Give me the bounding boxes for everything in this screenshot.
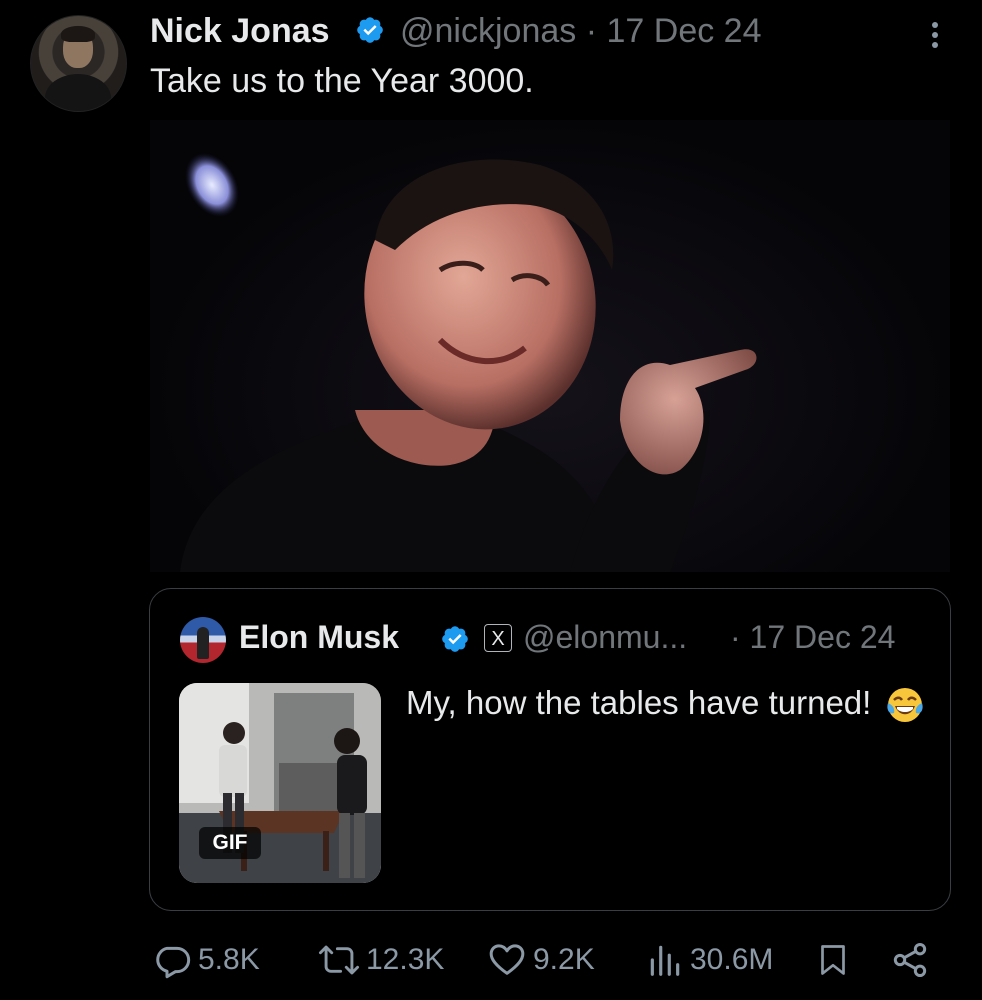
repost-icon	[318, 945, 360, 975]
quoted-avatar-figure	[197, 627, 209, 659]
more-icon[interactable]	[920, 18, 950, 52]
bookmark-button[interactable]	[815, 938, 851, 982]
verified-badge-icon	[442, 626, 468, 652]
like-icon	[489, 944, 525, 975]
author-avatar[interactable]	[30, 15, 127, 112]
views-button[interactable]: 30.6M	[646, 938, 773, 982]
bookmark-icon	[821, 945, 845, 975]
post-image[interactable]	[150, 120, 950, 572]
views-count: 30.6M	[690, 943, 774, 976]
share-button[interactable]	[890, 938, 930, 982]
quoted-post-text: My, how the tables have turned!	[406, 679, 926, 727]
author-handle-and-date[interactable]: @nickjonas · 17 Dec 24	[400, 12, 762, 51]
quoted-author-handle[interactable]: @elonmu...	[523, 619, 687, 656]
post-date[interactable]: 17 Dec 24	[607, 12, 762, 50]
reply-icon	[156, 946, 191, 979]
author-handle[interactable]: @nickjonas	[400, 12, 576, 50]
x-affiliate-badge: X	[484, 624, 512, 652]
repost-button[interactable]: 12.3K	[318, 938, 444, 982]
quoted-post[interactable]: Elon Musk X @elonmu... · 17 Dec 24 GIF M…	[149, 588, 951, 911]
repost-count: 12.3K	[366, 943, 445, 976]
gif-badge: GIF	[199, 827, 261, 859]
views-icon	[650, 945, 680, 976]
avatar-figure	[45, 74, 111, 111]
reply-count: 5.8K	[198, 943, 260, 976]
tears-of-joy-emoji-icon	[886, 688, 923, 723]
separator-dot: ·	[585, 12, 598, 50]
post-image-photo	[180, 153, 757, 572]
author-name[interactable]: Nick Jonas	[150, 12, 330, 51]
quoted-post-date[interactable]: · 17 Dec 24	[730, 619, 895, 656]
quoted-author-name[interactable]: Elon Musk	[239, 619, 399, 656]
avatar-hair	[61, 26, 95, 42]
verified-badge-icon	[357, 17, 383, 43]
quoted-author-avatar[interactable]	[180, 617, 226, 663]
quoted-post-text-content: My, how the tables have turned!	[406, 684, 872, 721]
share-icon	[893, 943, 927, 977]
gif-thumbnail[interactable]: GIF	[179, 683, 381, 883]
post-text: Take us to the Year 3000.	[150, 62, 534, 100]
reply-button[interactable]: 5.8K	[152, 938, 260, 982]
like-count: 9.2K	[533, 943, 595, 976]
like-button[interactable]: 9.2K	[487, 938, 595, 982]
